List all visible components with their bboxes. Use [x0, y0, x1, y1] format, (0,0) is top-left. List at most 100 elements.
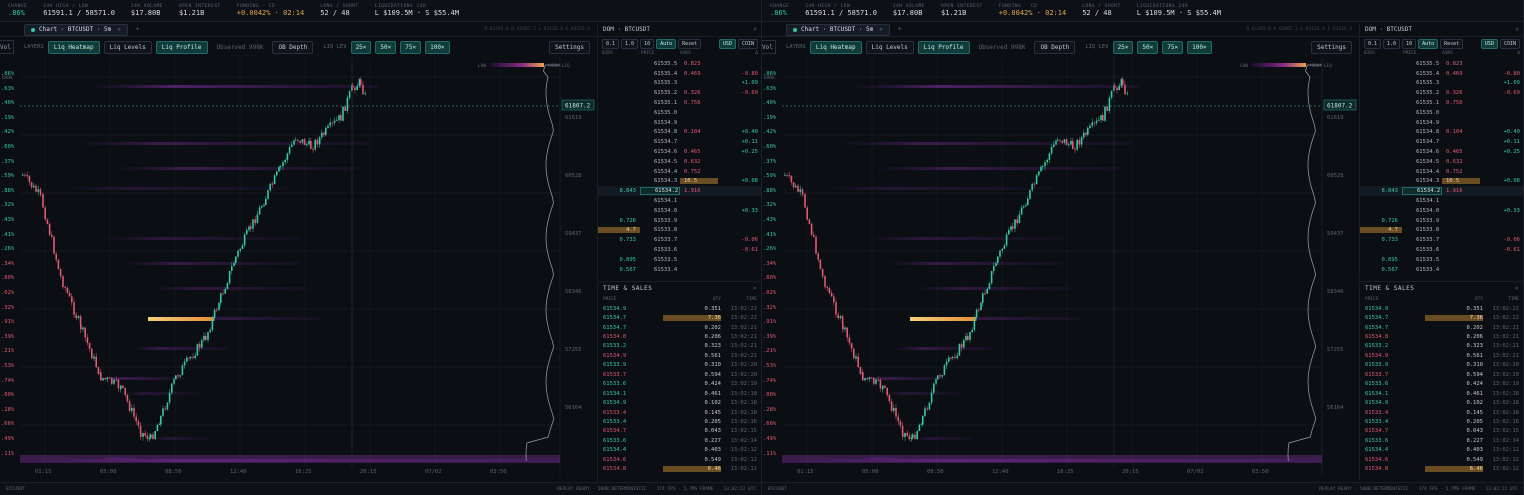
tab-close-icon[interactable]: × [117, 26, 121, 33]
dom-row[interactable]: 61534.3 10.5 +0.08 [598, 177, 761, 187]
dom-step-3[interactable]: Auto [656, 39, 677, 49]
dom-row[interactable]: 61534.6 0.465 +0.25 [598, 147, 761, 157]
dom-row[interactable]: 61535.4 0.469 -0.80 [1360, 69, 1523, 79]
dom-row[interactable]: 61534.7 +0.11 [598, 137, 761, 147]
dom-row[interactable]: 61534.3 10.5 +0.08 [1360, 177, 1523, 187]
dom-row[interactable]: 0.726 61533.9 [598, 216, 761, 226]
dom-row[interactable]: 61534.1 [1360, 196, 1523, 206]
dom-row[interactable]: 61535.1 0.756 [598, 98, 761, 108]
lev-25-button[interactable]: 25× [350, 40, 372, 54]
ts-close-icon[interactable]: × [753, 285, 757, 292]
add-tab-icon[interactable]: + [898, 26, 902, 33]
dom-row[interactable]: 0.895 61533.5 [1360, 255, 1523, 265]
dom-row[interactable]: 61534.4 0.752 [1360, 167, 1523, 177]
dom-row[interactable]: 61535.4 0.469 -0.80 [598, 69, 761, 79]
dom-row[interactable]: 61535.3 +1.09 [1360, 79, 1523, 89]
dom-row[interactable]: 0.567 61533.4 [598, 265, 761, 275]
ts-qty: 0.227 [1466, 437, 1483, 444]
price-chart[interactable]: .86% .63% .40% .19% .42% .60% .37% .59% .88% .32%… [0, 57, 596, 475]
dom-unit-coin[interactable]: COIN [737, 39, 758, 49]
lev-75-button[interactable]: 75× [400, 40, 422, 54]
dom-row[interactable]: 61534.5 0.632 [598, 157, 761, 167]
vol-toggle[interactable]: Vol [762, 40, 776, 54]
dom-row[interactable]: 61534.0 +0.33 [1360, 206, 1523, 216]
stat-value: L $109.5M · S $55.4M [374, 9, 459, 17]
candle-body [1010, 226, 1012, 231]
dom-row[interactable]: 8.843 61534.2 1.916 [598, 186, 761, 197]
price-chart[interactable]: .86% .63% .40% .19% .42% .60% .37% .59% .88% .32%… [762, 57, 1358, 475]
ts-close-icon[interactable]: × [1515, 285, 1519, 292]
dom-row[interactable]: 61535.3 +1.09 [598, 79, 761, 89]
dom-row[interactable]: 61534.8 0.104 +0.40 [1360, 128, 1523, 138]
dom-step-4[interactable]: Reset [678, 39, 702, 49]
dom-step-1[interactable]: 1.0 [1383, 39, 1401, 49]
dom-row[interactable]: 61535.2 0.326 -0.69 [598, 88, 761, 98]
dom-row[interactable]: 61534.8 0.104 +0.40 [598, 128, 761, 138]
vol-toggle[interactable]: Vol [0, 40, 14, 54]
dom-row[interactable]: 0.733 61533.7 -0.06 [598, 235, 761, 245]
lev-100-button[interactable]: 100× [1187, 40, 1212, 54]
dom-row[interactable]: 61534.4 0.752 [598, 167, 761, 177]
ob-depth-button[interactable]: OB Depth [1034, 40, 1076, 54]
dom-row[interactable]: 61535.5 0.823 [1360, 59, 1523, 69]
dom-step-0[interactable]: 0.1 [1364, 39, 1382, 49]
dom-unit-coin[interactable]: COIN [1499, 39, 1520, 49]
settings-button[interactable]: Settings [1311, 40, 1352, 54]
dom-row[interactable]: 61534.5 0.632 [1360, 157, 1523, 167]
dom-row[interactable]: 0.733 61533.7 -0.06 [1360, 235, 1523, 245]
dom-price: 61535.3 [1416, 80, 1440, 87]
dom-row[interactable]: 61533.6 -0.61 [1360, 245, 1523, 255]
tab-chart[interactable]: Chart · BTCUSDT · 5m × [786, 23, 890, 36]
dom-row[interactable]: 0.726 61533.9 [1360, 216, 1523, 226]
liq-heatmap-button[interactable]: Liq Heatmap [47, 40, 100, 54]
dom-row[interactable]: 61534.7 +0.11 [1360, 137, 1523, 147]
observed-button[interactable]: Observed 998K [974, 41, 1031, 54]
dom-step-2[interactable]: 10 [640, 39, 655, 49]
lev-25-button[interactable]: 25× [1112, 40, 1134, 54]
dom-row[interactable]: 61534.9 [598, 118, 761, 128]
liq-profile-button[interactable]: Liq Profile [155, 40, 208, 54]
dom-row[interactable]: 61535.5 0.823 [598, 59, 761, 69]
dom-close-icon[interactable]: × [753, 26, 757, 33]
liq-profile-button[interactable]: Liq Profile [917, 40, 970, 54]
ts-time: 13:02:18 [730, 390, 758, 397]
dom-row[interactable]: 61533.6 -0.61 [598, 245, 761, 255]
dom-unit-usd[interactable]: USD [1480, 39, 1498, 49]
lev-50-button[interactable]: 50× [1137, 40, 1159, 54]
dom-row[interactable]: 61535.1 0.756 [1360, 98, 1523, 108]
dom-row[interactable]: 0.567 61533.4 [1360, 265, 1523, 275]
ts-row: 61533.4 0.145 13:02:18 [598, 408, 761, 417]
time-tick: 01:15 [35, 469, 52, 475]
dom-row[interactable]: 61534.6 0.465 +0.25 [1360, 147, 1523, 157]
dom-step-3[interactable]: Auto [1418, 39, 1439, 49]
lev-75-button[interactable]: 75× [1162, 40, 1184, 54]
tab-close-icon[interactable]: × [879, 26, 883, 33]
dom-row[interactable]: 61534.1 [598, 196, 761, 206]
dom-step-1[interactable]: 1.0 [621, 39, 639, 49]
dom-unit-usd[interactable]: USD [718, 39, 736, 49]
candle-body [241, 245, 244, 249]
liq-levels-button[interactable]: Liq Levels [103, 40, 152, 54]
observed-button[interactable]: Observed 998K [212, 41, 269, 54]
settings-button[interactable]: Settings [549, 40, 590, 54]
dom-row[interactable]: 61534.0 +0.33 [598, 206, 761, 216]
dom-step-4[interactable]: Reset [1440, 39, 1464, 49]
lev-100-button[interactable]: 100× [425, 40, 450, 54]
dom-row[interactable]: 4.7 61533.8 [598, 226, 761, 236]
dom-row[interactable]: 61535.0 [598, 108, 761, 118]
dom-close-icon[interactable]: × [1515, 26, 1519, 33]
dom-step-0[interactable]: 0.1 [602, 39, 620, 49]
dom-step-2[interactable]: 10 [1402, 39, 1417, 49]
liq-heatmap-button[interactable]: Liq Heatmap [809, 40, 862, 54]
tab-chart[interactable]: Chart · BTCUSDT · 5m × [24, 23, 128, 36]
dom-row[interactable]: 61535.0 [1360, 108, 1523, 118]
add-tab-icon[interactable]: + [136, 26, 140, 33]
dom-row[interactable]: 61535.2 0.326 -0.69 [1360, 88, 1523, 98]
dom-row[interactable]: 4.7 61533.8 [1360, 226, 1523, 236]
ob-depth-button[interactable]: OB Depth [272, 40, 314, 54]
dom-row[interactable]: 8.843 61534.2 1.916 [1360, 186, 1523, 197]
liq-levels-button[interactable]: Liq Levels [865, 40, 914, 54]
lev-50-button[interactable]: 50× [375, 40, 397, 54]
dom-row[interactable]: 0.895 61533.5 [598, 255, 761, 265]
dom-row[interactable]: 61534.9 [1360, 118, 1523, 128]
